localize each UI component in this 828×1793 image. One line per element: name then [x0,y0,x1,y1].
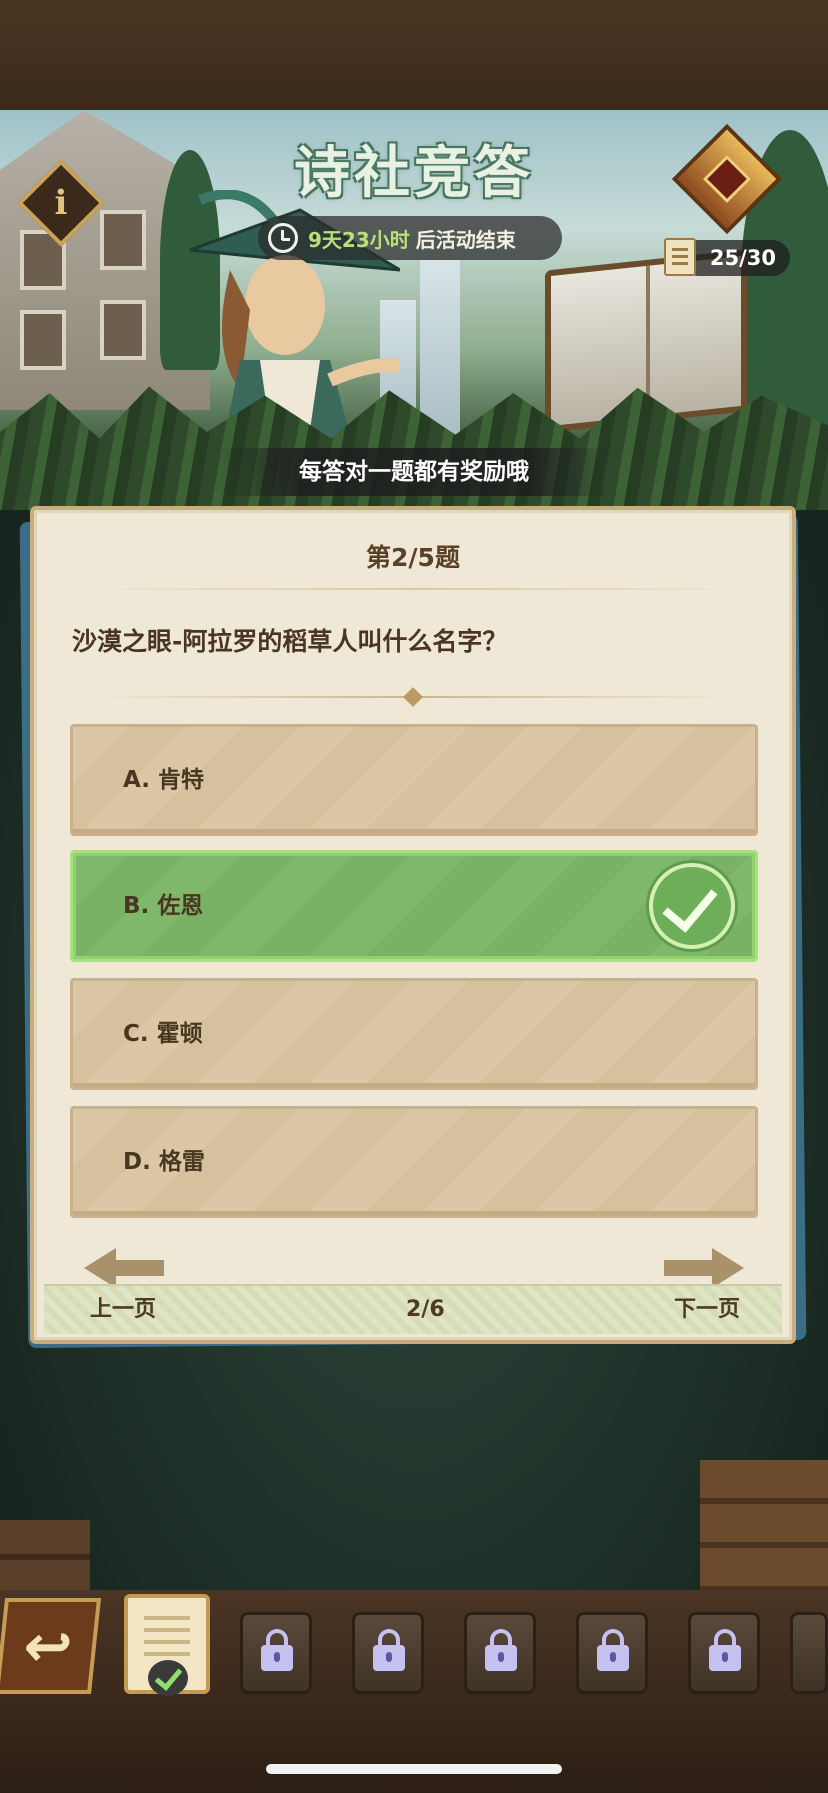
lock-icon [373,1629,405,1671]
top-bar [0,0,828,113]
back-arrow-icon: ↩ [20,1612,76,1680]
lock-icon [597,1629,629,1671]
question-card: 第2/5题 沙漠之眼-阿拉罗的稻草人叫什么名字？ A. 肯特 B. 佐恩 C. … [30,506,796,1344]
lock-icon [709,1629,741,1671]
back-button[interactable]: ↩ [0,1598,102,1694]
page-indicator: 2/6 [406,1297,445,1322]
next-page-button[interactable]: 下一页 [674,1286,740,1334]
locked-slot[interactable] [352,1612,424,1694]
clock-icon [268,223,298,253]
pagination-bar: 上一页 2/6 下一页 [44,1284,782,1334]
checkmark-icon [148,1660,188,1696]
correct-check-icon [649,863,735,949]
completed-question-slot[interactable] [124,1594,210,1696]
house-window [100,210,146,270]
option-label: B. 佐恩 [123,893,204,919]
countdown-timer: 9天23小时 后活动结束 [258,216,562,260]
option-label: C. 霍顿 [123,1021,203,1047]
home-indicator[interactable] [266,1764,562,1774]
divider-ornament-icon [403,687,423,707]
scroll-icon [664,238,696,276]
lock-icon [485,1629,517,1671]
timer-suffix: 后活动结束 [415,227,516,252]
locked-slot[interactable] [790,1612,828,1694]
progress-count-text: 25/30 [709,246,776,270]
option-b-button[interactable]: B. 佐恩 [70,850,758,962]
question-text: 沙漠之眼-阿拉罗的稻草人叫什么名字？ [72,627,508,656]
locked-slot[interactable] [688,1612,760,1694]
house-window [100,300,146,360]
locked-slot[interactable] [576,1612,648,1694]
header-separator [74,588,754,590]
reward-hint: 每答对一题都有奖励哦 [220,448,608,496]
prev-page-button[interactable]: 上一页 [90,1286,156,1334]
option-d-button[interactable]: D. 格雷 [70,1106,758,1218]
castle-tower [420,260,460,440]
option-label: D. 格雷 [123,1149,205,1175]
info-icon: i [54,183,68,223]
house-window [20,310,66,370]
progress-counter: 25/30 [680,240,790,276]
lock-icon [261,1629,293,1671]
prev-arrow-icon[interactable] [84,1248,164,1288]
option-label: A. 肯特 [123,767,204,793]
next-arrow-icon[interactable] [664,1248,744,1288]
locked-slot[interactable] [464,1612,536,1694]
timer-value: 9天23小时 [308,227,410,252]
locked-slot[interactable] [240,1612,312,1694]
option-a-button[interactable]: A. 肯特 [70,724,758,836]
option-c-button[interactable]: C. 霍顿 [70,978,758,1090]
question-number: 第2/5题 [366,543,460,572]
